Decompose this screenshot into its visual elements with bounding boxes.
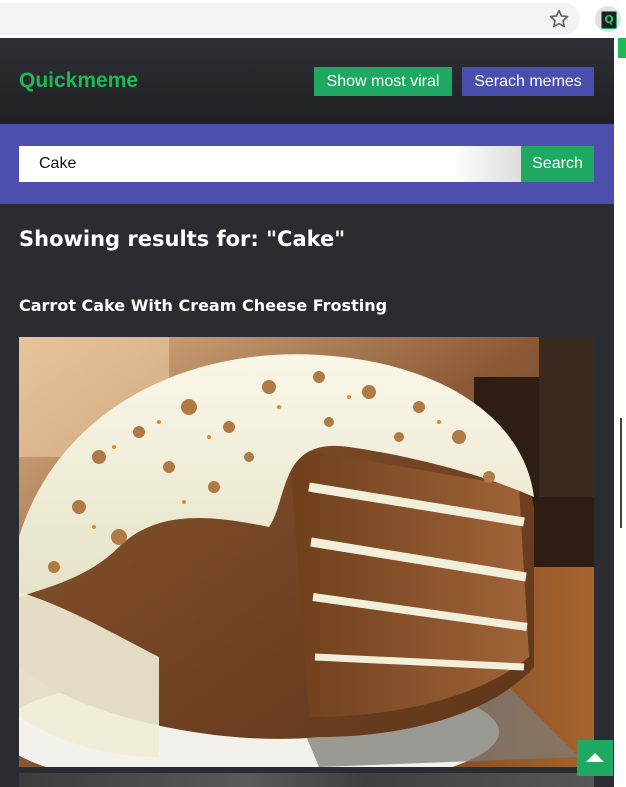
scroll-to-top-button[interactable]: [577, 740, 613, 776]
search-bar: Search: [0, 124, 614, 204]
star-icon[interactable]: [548, 8, 570, 30]
extension-popup: Quickmeme Show most viral Serach memes S…: [0, 38, 614, 787]
popup-header: Quickmeme Show most viral Serach memes: [0, 38, 614, 124]
chevron-up-icon: [586, 753, 604, 762]
cake-photo-illustration: [19, 337, 594, 767]
page-edge-line: [620, 418, 622, 528]
search-input[interactable]: [19, 146, 522, 182]
logo[interactable]: Quickmeme: [19, 69, 138, 93]
address-bar[interactable]: [0, 3, 580, 35]
next-result-image-preview: [19, 773, 594, 787]
page-edge-accent: [618, 38, 626, 58]
results-heading: Showing results for: "Cake": [19, 227, 346, 251]
show-most-viral-button[interactable]: Show most viral: [314, 67, 452, 96]
search-memes-button[interactable]: Serach memes: [462, 67, 594, 96]
search-button[interactable]: Search: [521, 146, 594, 182]
result-title: Carrot Cake With Cream Cheese Frosting: [19, 296, 388, 315]
quickmeme-extension-icon[interactable]: Q: [595, 6, 621, 32]
extension-letter: Q: [601, 11, 617, 29]
page-behind-popup: [614, 38, 626, 787]
carrot-cake-image[interactable]: [19, 337, 594, 767]
browser-toolbar: Q: [0, 0, 626, 38]
